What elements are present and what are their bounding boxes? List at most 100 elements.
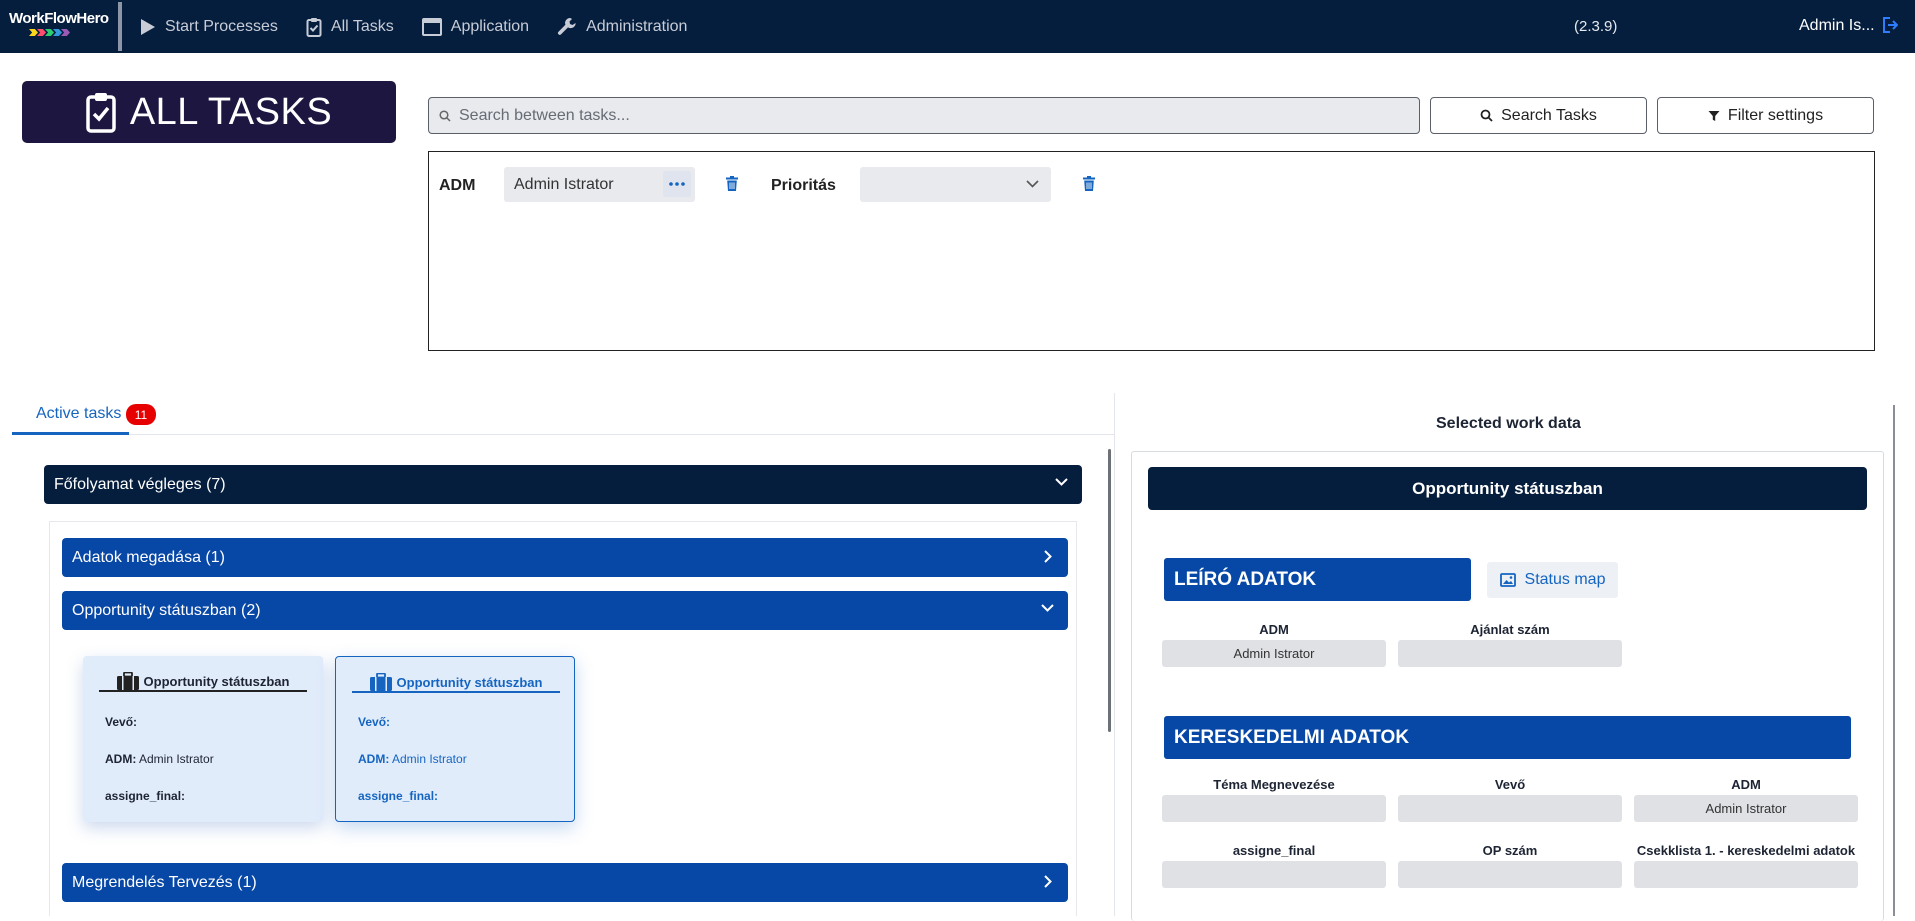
- card-field-adm: ADM: Admin Istrator: [358, 752, 467, 766]
- logo-arrow: [45, 29, 54, 36]
- field-label: assigne_final:: [105, 789, 186, 803]
- card-title: Opportunity státuszban: [352, 673, 560, 693]
- nav-start-processes[interactable]: Start Processes: [140, 0, 278, 53]
- status-map-label: Status map: [1524, 571, 1606, 588]
- field-value-assigne-final: [1162, 861, 1386, 888]
- tab-divider: [12, 434, 1114, 435]
- field-label-csekklista: Csekklista 1. - kereskedelmi adatok: [1636, 843, 1856, 858]
- card-field-assigne: assigne_final:: [105, 789, 185, 803]
- field-label: Vevő:: [358, 715, 391, 729]
- filter-adm-value: Admin Istrator: [514, 175, 614, 193]
- filter-adm-label: ADM: [439, 177, 476, 194]
- field-label: assigne_final:: [358, 789, 439, 803]
- search-tasks-label: Search Tasks: [1501, 106, 1597, 124]
- chevron-right-icon: [1044, 875, 1052, 888]
- card-title-text: Opportunity státuszban: [143, 673, 290, 689]
- nav-label: Start Processes: [165, 17, 278, 35]
- logo-arrow: [61, 29, 70, 36]
- task-search-field[interactable]: [428, 97, 1420, 134]
- field-label-vevo: Vevő: [1494, 777, 1526, 792]
- group-header-fofolyamat[interactable]: Főfolyamat végleges (7): [44, 465, 1082, 504]
- subgroup-title: Adatok megadása (1): [72, 548, 225, 566]
- page-title: ALL TASKS: [22, 81, 396, 143]
- card-field-adm: ADM: Admin Istrator: [105, 752, 214, 766]
- chevron-right-icon: [1044, 550, 1052, 563]
- field-label-op-szam: OP szám: [1482, 843, 1538, 858]
- nav-label: All Tasks: [330, 17, 394, 35]
- top-navbar: WorkFlowHero Start Processes All Tasks A…: [0, 0, 1915, 53]
- field-value-op-szam: [1398, 861, 1622, 888]
- task-list-scrollbar[interactable]: [1108, 449, 1111, 732]
- filter-adm-field[interactable]: Admin Istrator: [504, 167, 695, 202]
- subgroup-opportunity[interactable]: Opportunity státuszban (2): [62, 591, 1068, 630]
- card-title: Opportunity státuszban: [99, 672, 307, 692]
- trash-icon[interactable]: [726, 176, 738, 191]
- card-field-assigne: assigne_final:: [358, 789, 438, 803]
- filter-settings-button[interactable]: Filter settings: [1657, 97, 1874, 134]
- logo-arrow: [29, 29, 38, 36]
- field-value: Admin Istrator: [392, 752, 467, 766]
- chevron-down-icon: [1041, 604, 1054, 612]
- nav-administration[interactable]: Administration: [557, 0, 687, 53]
- nav-label: Application: [450, 17, 530, 35]
- more-dots-icon: [669, 182, 685, 186]
- priority-select[interactable]: [860, 167, 1051, 202]
- filter-priority-label: Prioritás: [771, 177, 836, 194]
- logo-arrow: [53, 29, 62, 36]
- play-icon: [141, 18, 155, 35]
- section-leiro-adatok: LEÍRÓ ADATOK: [1164, 558, 1471, 601]
- search-tasks-button[interactable]: Search Tasks: [1430, 97, 1647, 134]
- field-label-ajanlat-szam: Ajánlat szám: [1470, 622, 1550, 637]
- trash-icon[interactable]: [1083, 176, 1095, 191]
- select-user-button[interactable]: [663, 171, 691, 197]
- subgroup-title: Opportunity státuszban (2): [72, 601, 261, 619]
- nav-divider: [118, 2, 122, 51]
- search-icon: [1480, 109, 1493, 122]
- field-label: ADM:: [105, 752, 137, 766]
- task-search-input[interactable]: [459, 106, 1359, 125]
- field-label-tema: Téma Megnevezése: [1213, 777, 1335, 792]
- search-icon: [439, 109, 451, 122]
- wrench-icon: [558, 17, 576, 35]
- app-version: (2.3.9): [1574, 18, 1618, 35]
- subgroup-adatok-megadasa[interactable]: Adatok megadása (1): [62, 538, 1068, 577]
- selected-work-title: Selected work data: [1436, 415, 1581, 432]
- field-value-adm: Admin Istrator: [1634, 795, 1858, 822]
- user-name[interactable]: Admin Is...: [1799, 17, 1875, 35]
- field-value-adm: Admin Istrator: [1162, 640, 1386, 667]
- filter-panel: ADM Admin Istrator Prioritás: [428, 151, 1875, 351]
- tab-active-tasks[interactable]: Active tasks: [36, 405, 121, 423]
- logo-text: WorkFlowHero: [9, 10, 109, 27]
- card-field-vevo: Vevő:: [105, 715, 137, 729]
- field-value-tema: [1162, 795, 1386, 822]
- window-icon: [421, 17, 442, 36]
- nav-application[interactable]: Application: [421, 0, 530, 53]
- field-label-adm: ADM: [1259, 622, 1289, 637]
- briefcase-icon: [369, 673, 392, 691]
- task-card[interactable]: Opportunity státuszban Vevő: ADM: Admin …: [83, 656, 323, 822]
- task-card-selected[interactable]: Opportunity státuszban Vevő: ADM: Admin …: [335, 656, 575, 822]
- subgroup-megrendeles[interactable]: Megrendelés Tervezés (1): [62, 863, 1068, 902]
- work-data-scrollbar[interactable]: [1893, 405, 1895, 916]
- image-icon: [1499, 573, 1516, 587]
- app-logo[interactable]: WorkFlowHero: [0, 0, 118, 53]
- group-title: Főfolyamat végleges (7): [54, 475, 226, 493]
- work-data-header: Opportunity státuszban: [1148, 467, 1867, 510]
- chevron-down-icon: [1055, 478, 1068, 486]
- nav-label: Administration: [586, 17, 688, 35]
- logo-arrow: [37, 29, 46, 36]
- active-tab-indicator: [12, 432, 129, 435]
- clipboard-check-icon: [86, 93, 116, 133]
- logout-icon[interactable]: [1882, 16, 1898, 34]
- clipboard-check-icon: [306, 17, 322, 37]
- briefcase-icon: [116, 672, 139, 690]
- field-label: ADM:: [358, 752, 390, 766]
- section-kereskedelmi-adatok: KERESKEDELMI ADATOK: [1164, 716, 1851, 759]
- field-value: Admin Istrator: [139, 752, 214, 766]
- subgroup-title: Megrendelés Tervezés (1): [72, 873, 257, 891]
- field-value-ajanlat-szam: [1398, 640, 1622, 667]
- field-value-vevo: [1398, 795, 1622, 822]
- chevron-down-icon: [1026, 180, 1039, 188]
- nav-all-tasks[interactable]: All Tasks: [306, 0, 394, 53]
- status-map-button[interactable]: Status map: [1487, 562, 1618, 598]
